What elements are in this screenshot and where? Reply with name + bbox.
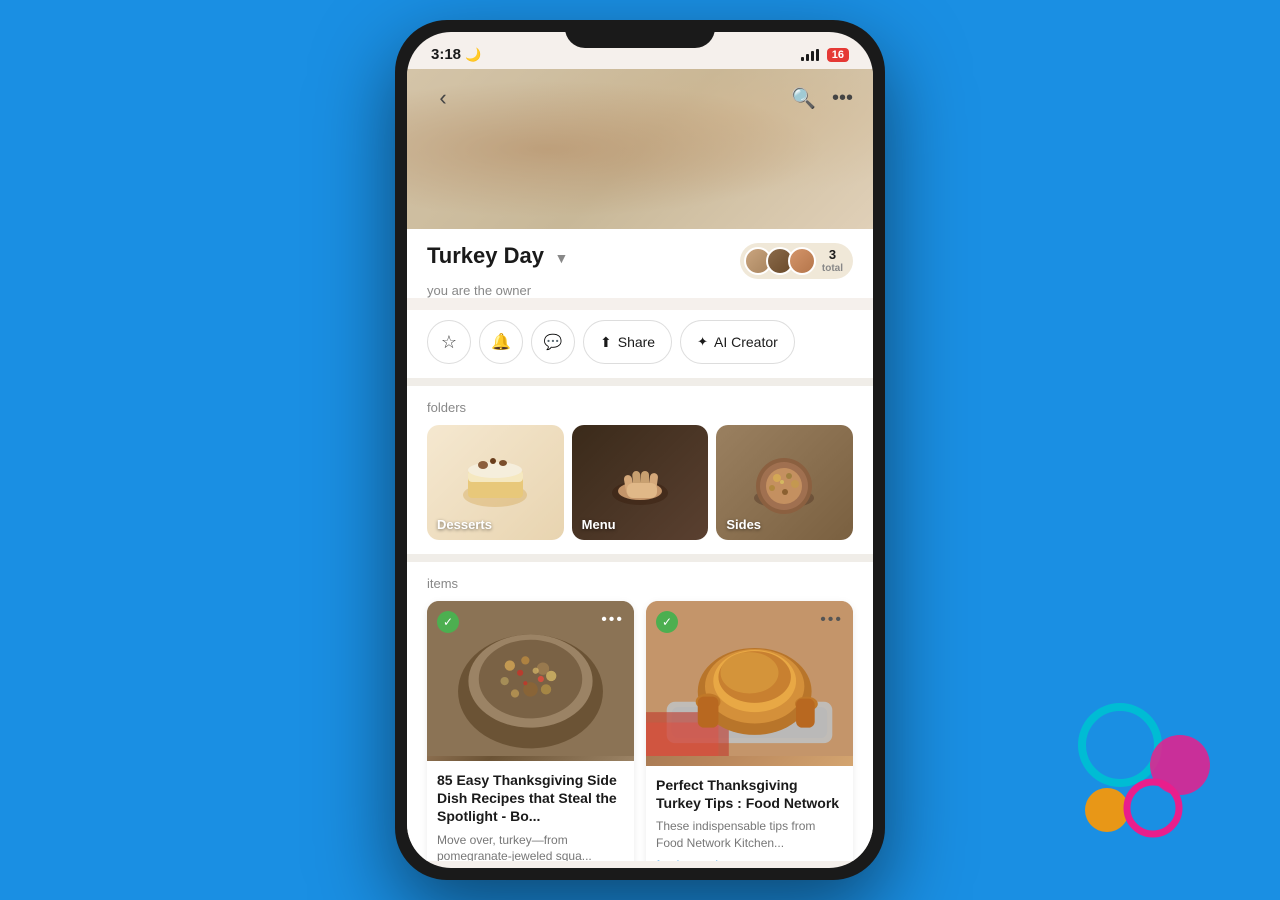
folder-sides-label: Sides <box>726 517 761 532</box>
card1-check: ✓ <box>437 611 459 633</box>
card2-source[interactable]: foodnetwork.com <box>656 858 843 861</box>
status-time: 3:18 🌙 <box>431 46 481 63</box>
avatar-count: 3 total <box>822 247 843 275</box>
card2-menu[interactable]: ••• <box>820 611 843 629</box>
notch <box>565 20 715 48</box>
collection-subtitle: you are the owner <box>427 283 853 298</box>
card1-title: 85 Easy Thanksgiving Side Dish Recipes t… <box>437 771 624 826</box>
chat-button[interactable]: 💬 <box>531 320 575 364</box>
folder-menu-label: Menu <box>582 517 616 532</box>
folders-label: folders <box>427 400 853 415</box>
folder-menu[interactable]: Menu <box>572 425 709 540</box>
card1-desc: Move over, turkey—from pomegranate-jewel… <box>437 832 624 861</box>
back-button[interactable]: ‹ <box>427 85 459 111</box>
phone-frame: 3:18 🌙 16 ‹ <box>395 20 885 880</box>
star-button[interactable]: ☆ <box>427 320 471 364</box>
phone-screen: 3:18 🌙 16 ‹ <box>407 32 873 868</box>
nav-actions: 🔍 ••• <box>791 86 853 111</box>
deco-circles <box>1065 700 1225 860</box>
folder-desserts-label: Desserts <box>437 517 492 532</box>
share-icon: ⬆ <box>600 334 612 351</box>
ai-icon: ✦ <box>697 334 708 350</box>
status-icons: 16 <box>801 48 849 62</box>
ai-creator-button[interactable]: ✦ AI Creator <box>680 320 795 364</box>
hero-header: ‹ 🔍 ••• <box>407 69 873 229</box>
card2-content: Perfect Thanksgiving Turkey Tips : Food … <box>646 766 853 861</box>
bell-button[interactable]: 🔔 <box>479 320 523 364</box>
avatar-3 <box>788 247 816 275</box>
items-section: items <box>407 562 873 861</box>
share-button[interactable]: ⬆ Share <box>583 320 672 364</box>
signal-icon <box>801 49 819 61</box>
card1-content: 85 Easy Thanksgiving Side Dish Recipes t… <box>427 761 634 861</box>
folder-sides[interactable]: Sides <box>716 425 853 540</box>
folders-section: folders <box>407 386 873 554</box>
folder-grid: Desserts <box>427 425 853 540</box>
search-icon[interactable]: 🔍 <box>791 86 816 111</box>
items-label: items <box>427 576 853 591</box>
item-card-1[interactable]: ✓ ••• 85 Easy Thanksgiving Side Dish Rec… <box>427 601 634 861</box>
collection-info: Turkey Day ▼ 3 total <box>407 229 873 298</box>
more-icon[interactable]: ••• <box>832 87 853 110</box>
folder-desserts[interactable]: Desserts <box>427 425 564 540</box>
battery-badge: 16 <box>827 48 849 62</box>
card2-desc: These indispensable tips from Food Netwo… <box>656 818 843 852</box>
items-grid: ✓ ••• 85 Easy Thanksgiving Side Dish Rec… <box>427 601 853 861</box>
action-buttons-row: ☆ 🔔 💬 ⬆ Share ✦ AI Creator <box>407 310 873 378</box>
card2-check: ✓ <box>656 611 678 633</box>
item-card-2[interactable]: ✓ ••• Perfect Thanksgiving Turkey Tips :… <box>646 601 853 861</box>
card1-menu[interactable]: ••• <box>601 611 624 629</box>
nav-bar: ‹ 🔍 ••• <box>407 69 873 127</box>
dropdown-icon[interactable]: ▼ <box>554 250 568 266</box>
moon-icon: 🌙 <box>465 47 481 62</box>
collection-title: Turkey Day <box>427 243 544 268</box>
avatar-group[interactable]: 3 total <box>740 243 853 279</box>
card2-title: Perfect Thanksgiving Turkey Tips : Food … <box>656 776 843 812</box>
phone-content[interactable]: ‹ 🔍 ••• Turkey Day ▼ <box>407 69 873 861</box>
